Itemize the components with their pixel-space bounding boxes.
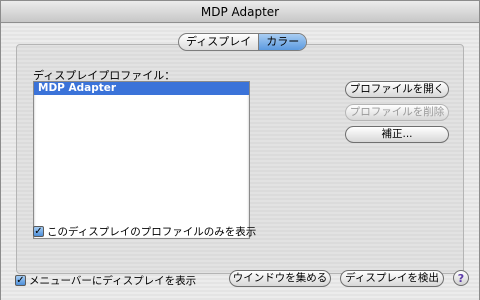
show-in-menubar-label: メニューバーにディスプレイを表示 bbox=[29, 275, 197, 287]
help-icon[interactable]: ? bbox=[453, 270, 469, 286]
tab-control: ディスプレイ カラー bbox=[178, 33, 308, 51]
window-title: MDP Adapter bbox=[1, 1, 479, 23]
tab-color[interactable]: カラー bbox=[258, 34, 307, 50]
checkmark-icon[interactable]: ✓ bbox=[33, 226, 44, 237]
show-in-menubar-row[interactable]: ✓ メニューバーにディスプレイを表示 bbox=[15, 273, 196, 288]
detect-displays-button[interactable]: ディスプレイを検出 bbox=[340, 270, 444, 287]
delete-profile-button[interactable]: プロファイルを削除 bbox=[345, 104, 449, 121]
profile-list-item[interactable]: MDP Adapter bbox=[34, 82, 249, 95]
show-only-this-display-label: このディスプレイのプロファイルのみを表示 bbox=[47, 226, 257, 238]
show-only-this-display-row[interactable]: ✓ このディスプレイのプロファイルのみを表示 bbox=[33, 224, 256, 239]
profile-list[interactable]: MDP Adapter bbox=[33, 81, 250, 239]
displays-window: MDP Adapter ディスプレイ カラー ディスプレイプロファイル： MDP… bbox=[0, 0, 480, 300]
calibrate-button[interactable]: 補正... bbox=[345, 126, 449, 143]
checkmark-icon[interactable]: ✓ bbox=[15, 275, 26, 286]
tab-display[interactable]: ディスプレイ bbox=[179, 34, 258, 50]
gather-windows-button[interactable]: ウインドウを集める bbox=[229, 270, 331, 287]
window-content: ディスプレイ カラー ディスプレイプロファイル： MDP Adapter プロフ… bbox=[1, 24, 479, 300]
open-profile-button[interactable]: プロファイルを開く bbox=[345, 81, 449, 98]
